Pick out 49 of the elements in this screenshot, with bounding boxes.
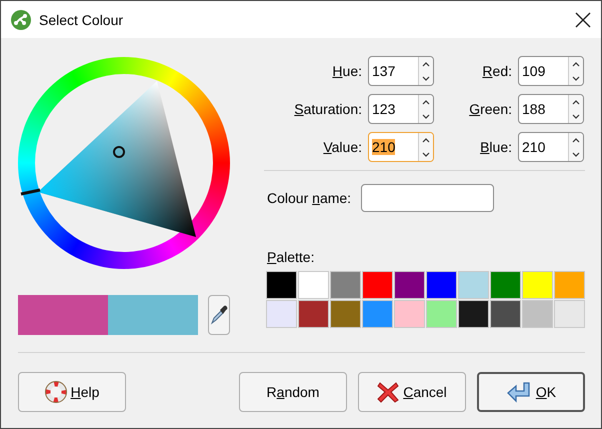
spin-box[interactable]: 210 [518, 132, 584, 162]
spin-box[interactable]: 210 [368, 132, 434, 162]
palette-swatch[interactable] [490, 300, 521, 328]
palette-swatch[interactable] [394, 300, 425, 328]
palette-swatch[interactable] [522, 300, 553, 328]
help-button[interactable]: Help [18, 372, 126, 412]
palette-swatch[interactable] [298, 271, 329, 299]
field-label: Green: [469, 101, 512, 117]
app-icon [11, 10, 31, 30]
field-label: Value: [323, 139, 362, 155]
palette-swatch[interactable] [266, 300, 297, 328]
field-label: Hue: [332, 63, 362, 79]
palette-swatch[interactable] [266, 271, 297, 299]
field-label: Blue: [480, 139, 512, 155]
spin-box[interactable]: 188 [518, 94, 584, 124]
palette-swatch[interactable] [330, 300, 361, 328]
palette-swatch[interactable] [330, 271, 361, 299]
palette-swatch[interactable] [458, 300, 489, 328]
palette-swatch[interactable] [554, 271, 585, 299]
palette-swatch[interactable] [426, 271, 457, 299]
palette-swatch[interactable] [298, 300, 329, 328]
ok-button[interactable]: OK [477, 372, 585, 412]
palette-label: Palette: [266, 249, 316, 265]
spin-box[interactable]: 137 [368, 56, 434, 86]
colour-name-field[interactable] [361, 184, 494, 212]
window-title: Select Colour [39, 12, 124, 28]
eyedropper-button[interactable] [208, 295, 230, 335]
eyedropper-icon [209, 304, 229, 326]
palette-swatch[interactable] [554, 300, 585, 328]
palette-swatch[interactable] [362, 271, 393, 299]
close-icon[interactable] [575, 12, 591, 28]
cross-icon [377, 380, 400, 404]
palette-swatch[interactable] [426, 300, 457, 328]
lifebuoy-icon [44, 381, 67, 403]
palette-swatch[interactable] [490, 271, 521, 299]
cancel-button[interactable]: Cancel [358, 372, 466, 412]
spin-box[interactable]: 109 [518, 56, 584, 86]
field-label: Colour name: [267, 190, 352, 206]
spin-box[interactable]: 123 [368, 94, 434, 124]
palette-swatch[interactable] [522, 271, 553, 299]
palette-swatch[interactable] [362, 300, 393, 328]
palette-swatch[interactable] [394, 271, 425, 299]
field-label: Saturation: [294, 101, 362, 117]
random-button[interactable]: Random [239, 372, 347, 412]
palette-swatch[interactable] [458, 271, 489, 299]
picker-ring[interactable] [113, 146, 125, 158]
return-arrow-icon [506, 381, 532, 403]
field-label: Red: [482, 63, 512, 79]
hue-marker[interactable] [20, 188, 40, 196]
